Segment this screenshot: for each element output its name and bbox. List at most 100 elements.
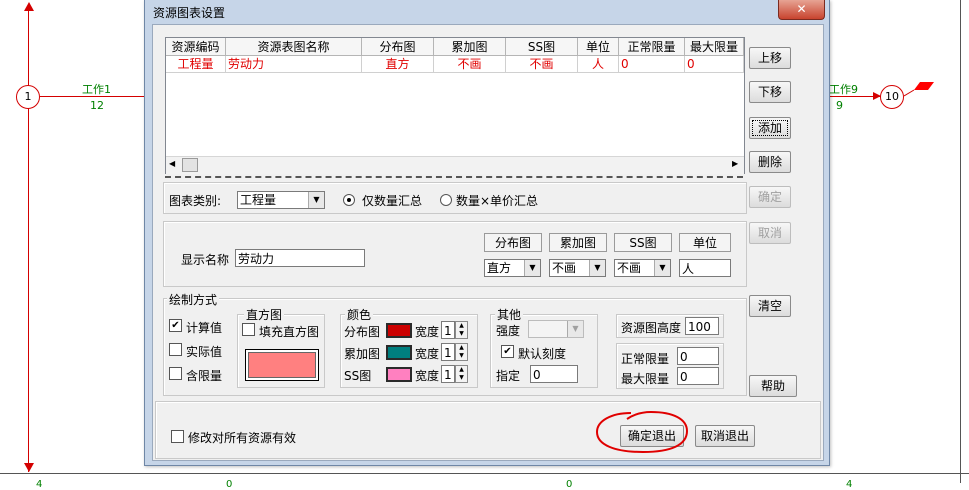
max-limit-label: 最大限量 [621,372,670,386]
close-button[interactable]: ✕ [778,0,825,20]
chevron-down-icon[interactable]: ▼ [524,260,540,276]
table-cell[interactable]: 0 [685,56,744,73]
cumulative-select[interactable]: 不画 ▼ [549,259,606,277]
timeline-vertical-line [28,10,29,472]
distribution-select[interactable]: 直方 ▼ [484,259,541,277]
distribution-header: 分布图 [484,233,542,252]
bottom-tick-label: 0 [226,479,233,490]
table-cell[interactable]: 劳动力 [226,56,362,73]
display-name-input[interactable]: 劳动力 [235,249,365,267]
histogram-label: 直方图 [244,306,285,323]
radio-quantity-only[interactable] [343,194,355,206]
scroll-left-icon[interactable]: ◀ [169,159,175,168]
cumulative-width-spinner[interactable]: ▲ ▼ [455,343,468,361]
resource-height-label: 资源图高度 [621,321,682,335]
node-1: 1 [16,85,40,109]
unit-input[interactable]: 人 [679,259,731,277]
highlight-circle-annotation [593,407,689,457]
unit-header: 单位 [679,233,731,252]
fill-histogram-checkbox[interactable] [242,323,255,336]
ss-select[interactable]: 不画 ▼ [614,259,671,277]
apply-all-label[interactable]: 修改对所有资源有效 [188,429,296,446]
ss-width-spinner[interactable]: ▲ ▼ [455,365,468,383]
actual-value-label[interactable]: 实际值 [186,343,222,360]
include-limit-checkbox[interactable] [169,367,182,380]
distribution-width-spinner[interactable]: ▲ ▼ [455,321,468,339]
table-cell[interactable]: 0 [619,56,685,73]
cancel-button[interactable]: 取消 [749,222,791,244]
work-9-name: 工作9 [829,83,858,96]
normal-limit-label: 正常限量 [621,352,670,366]
move-up-button[interactable]: 上移 [749,47,791,69]
node-10: 10 [880,85,904,109]
bottom-tick-label: 4 [846,479,853,490]
table-cell[interactable]: 工程量 [166,56,226,73]
flag-icon [903,82,934,97]
calc-value-checkbox[interactable]: ✔ [169,319,182,332]
bottom-border-line [0,473,969,474]
chevron-down-icon[interactable]: ▼ [567,321,583,337]
fill-histogram-label[interactable]: 填充直方图 [259,323,319,340]
scroll-thumb[interactable] [182,158,198,172]
help-button[interactable]: 帮助 [749,375,797,397]
chevron-down-icon[interactable]: ▼ [308,192,324,208]
chart-type-label: 图表类别: [169,194,222,208]
confirm-button[interactable]: 确定 [749,186,791,208]
work-9-duration: 9 [836,99,843,112]
chevron-down-icon[interactable]: ▼ [589,260,605,276]
ss-color-swatch[interactable] [386,367,412,382]
color-cumulative-label: 累加图 [344,347,381,361]
cumulative-color-swatch[interactable] [386,345,412,360]
default-scale-label[interactable]: 默认刻度 [518,345,566,362]
radio-quantity-only-label[interactable]: 仅数量汇总 [362,192,422,209]
strength-select[interactable]: ▼ [528,320,584,338]
width-label: 宽度 [415,325,440,339]
histogram-color-button[interactable] [245,349,319,381]
add-button[interactable]: 添加 [749,117,791,139]
specify-input[interactable]: 0 [530,365,578,383]
chart-type-select[interactable]: 工程量 ▼ [237,191,325,209]
calc-value-label[interactable]: 计算值 [186,319,222,336]
bottom-tick-label: 0 [566,479,573,490]
dialog-titlebar[interactable]: 资源图表设置 ✕ [145,0,829,24]
radio-quantity-price-label[interactable]: 数量×单价汇总 [456,192,538,209]
include-limit-label[interactable]: 含限量 [186,367,222,384]
radio-quantity-price[interactable] [440,194,452,206]
width-label: 宽度 [415,347,440,361]
color-ss-label: SS图 [344,369,372,383]
arrow-down-icon [24,463,34,472]
actual-value-checkbox[interactable] [169,343,182,356]
dialog-title: 资源图表设置 [153,6,226,20]
apply-all-checkbox[interactable] [171,430,184,443]
horizontal-scrollbar[interactable]: ◀ ▶ [166,156,744,174]
resource-table[interactable]: 资源编码 资源表图名称 分布图 累加图 SS图 单位 正常限量 最大限量 工程量… [165,37,745,174]
delete-button[interactable]: 删除 [749,151,791,173]
table-row[interactable]: 工程量 劳动力 直方 不画 不画 人 0 0 [166,38,744,73]
table-cell[interactable]: 人 [578,56,619,73]
ss-width-input[interactable]: 1 [441,365,455,383]
work-1-duration: 12 [90,99,104,112]
default-scale-checkbox[interactable]: ✔ [501,345,514,358]
clear-button[interactable]: 清空 [749,295,791,317]
chevron-down-icon[interactable]: ▼ [654,260,670,276]
ss-header: SS图 [614,233,672,252]
table-cell[interactable]: 不画 [434,56,506,73]
distribution-width-input[interactable]: 1 [441,321,455,339]
distribution-color-swatch[interactable] [386,323,412,338]
scroll-right-icon[interactable]: ▶ [732,159,738,168]
resource-chart-settings-dialog: 资源图表设置 ✕ 资源编码 资源表图名称 分布图 累加图 SS图 单位 正常限量… [144,0,830,466]
resource-height-input[interactable]: 100 [685,317,719,335]
cumulative-width-input[interactable]: 1 [441,343,455,361]
display-name-label: 显示名称 [181,253,230,267]
right-border-line [960,0,961,483]
other-group-label: 其他 [495,306,524,323]
table-cell[interactable]: 直方 [362,56,434,73]
max-limit-input[interactable]: 0 [677,367,719,385]
chart-type-value: 工程量 [240,193,277,207]
normal-limit-input[interactable]: 0 [677,347,719,365]
cancel-exit-button[interactable]: 取消退出 [695,425,755,447]
splitter[interactable] [165,176,743,181]
table-cell[interactable]: 不画 [506,56,578,73]
move-down-button[interactable]: 下移 [749,81,791,103]
cumulative-header: 累加图 [549,233,607,252]
